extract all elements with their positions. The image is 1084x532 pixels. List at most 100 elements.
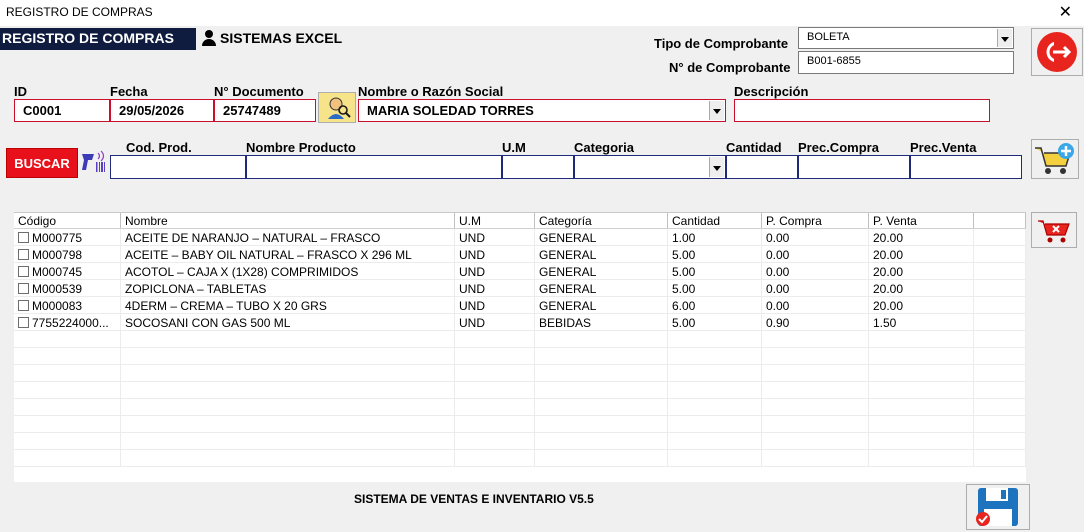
- table-row[interactable]: M000798 ACEITE – BABY OIL NATURAL – FRASC…: [14, 246, 1026, 263]
- cell-text: 0.90: [766, 316, 790, 330]
- column-header-p-venta[interactable]: P. Venta: [869, 213, 974, 228]
- cell-extra: [974, 229, 1026, 245]
- exit-icon: [1037, 32, 1077, 72]
- id-field[interactable]: C0001: [14, 99, 110, 122]
- add-to-cart-button[interactable]: [1031, 139, 1079, 179]
- documento-field[interactable]: 25747489: [214, 99, 316, 122]
- chevron-down-icon[interactable]: [709, 101, 724, 120]
- table-row[interactable]: M000539 ZOPICLONA – TABLETAS UND GENERAL 5.0…: [14, 280, 1026, 297]
- cell-text: GENERAL: [539, 248, 597, 262]
- column-header-cantidad[interactable]: Cantidad: [668, 213, 762, 228]
- column-header-nombre[interactable]: Nombre: [121, 213, 455, 228]
- window-title: REGISTRO DE COMPRAS: [6, 5, 153, 19]
- empty-cell: [668, 348, 762, 364]
- empty-cell: [14, 450, 121, 466]
- nombre-value: MARIA SOLEDAD TORRES: [367, 103, 534, 118]
- buscar-button[interactable]: BUSCAR: [6, 148, 78, 178]
- cell-categoria: GENERAL: [535, 246, 668, 262]
- chevron-down-icon[interactable]: [997, 29, 1012, 47]
- row-checkbox[interactable]: [18, 300, 29, 311]
- cell-p-venta: 20.00: [869, 246, 974, 262]
- empty-cell: [121, 382, 455, 398]
- empty-cell: [762, 399, 869, 415]
- cell-extra: [974, 246, 1026, 262]
- table-row[interactable]: M000745 ACOTOL – CAJA X (1X28) COMPRIMIDO…: [14, 263, 1026, 280]
- cantidad-field[interactable]: [726, 155, 798, 179]
- row-checkbox[interactable]: [18, 266, 29, 277]
- cell-categoria: GENERAL: [535, 280, 668, 296]
- cell-text: ACOTOL – CAJA X (1X28) COMPRIMIDOS: [125, 265, 359, 279]
- exit-button[interactable]: [1031, 28, 1083, 76]
- empty-cell: [762, 416, 869, 432]
- table-row-empty: [14, 450, 1026, 467]
- column-header-p-compra[interactable]: P. Compra: [762, 213, 869, 228]
- cell-nombre: 4DERM – CREMA – TUBO X 20 GRS: [121, 297, 455, 313]
- cell-text: BEBIDAS: [539, 316, 592, 330]
- column-header-um[interactable]: U.M: [455, 213, 535, 228]
- empty-cell: [668, 433, 762, 449]
- descripcion-field[interactable]: [734, 99, 990, 122]
- empty-cell: [121, 365, 455, 381]
- tipo-comprobante-select[interactable]: BOLETA: [798, 27, 1014, 49]
- numero-comprobante-input[interactable]: B001-6855: [798, 51, 1014, 74]
- categoria-select[interactable]: [574, 155, 726, 179]
- cell-text: 0.00: [766, 282, 790, 296]
- prec-venta-label: Prec.Venta: [910, 140, 977, 155]
- row-checkbox[interactable]: [18, 317, 29, 328]
- numero-comprobante-label: N° de Comprobante: [669, 60, 791, 75]
- cell-text: 5.00: [672, 316, 696, 330]
- row-checkbox[interactable]: [18, 249, 29, 260]
- nombre-producto-field[interactable]: [246, 155, 502, 179]
- cell-nombre: ZOPICLONA – TABLETAS: [121, 280, 455, 296]
- numero-comprobante-value: B001-6855: [807, 55, 861, 67]
- cell-text: ACEITE DE NARANJO – NATURAL – FRASCO: [125, 231, 381, 245]
- cell-cantidad: 5.00: [668, 280, 762, 296]
- um-field[interactable]: [502, 155, 574, 179]
- cell-codigo: M000798: [14, 246, 121, 262]
- prec-compra-field[interactable]: [798, 155, 910, 179]
- empty-cell: [535, 399, 668, 415]
- cod-prod-field[interactable]: [110, 155, 246, 179]
- column-header-categoria[interactable]: Categoría: [535, 213, 668, 228]
- empty-cell: [121, 450, 455, 466]
- empty-cell: [668, 365, 762, 381]
- empty-cell: [535, 348, 668, 364]
- table-row[interactable]: M000083 4DERM – CREMA – TUBO X 20 GRS UND G…: [14, 297, 1026, 314]
- products-table[interactable]: Código Nombre U.M Categoría Cantidad P. …: [14, 212, 1026, 482]
- cell-text: UND: [459, 265, 485, 279]
- close-icon[interactable]: ✕: [1059, 2, 1072, 22]
- empty-cell: [974, 433, 1026, 449]
- barcode-scanner-icon[interactable]: [80, 150, 108, 176]
- cell-text: 0.00: [766, 265, 790, 279]
- empty-cell: [974, 331, 1026, 347]
- save-button[interactable]: [966, 484, 1030, 530]
- footer-version: SISTEMA DE VENTAS E INVENTARIO V5.5: [354, 492, 594, 506]
- remove-from-cart-button[interactable]: [1031, 212, 1077, 248]
- row-checkbox[interactable]: [18, 283, 29, 294]
- search-client-button[interactable]: [318, 92, 356, 123]
- chevron-down-icon[interactable]: [709, 157, 724, 177]
- cell-text: M000745: [32, 265, 83, 279]
- empty-cell: [974, 365, 1026, 381]
- empty-cell: [121, 348, 455, 364]
- empty-cell: [974, 416, 1026, 432]
- fecha-field[interactable]: 29/05/2026: [110, 99, 214, 122]
- column-header-codigo[interactable]: Código: [14, 213, 121, 228]
- cell-p-compra: 0.00: [762, 229, 869, 245]
- empty-cell: [455, 348, 535, 364]
- cell-text: ZOPICLONA – TABLETAS: [125, 282, 267, 296]
- row-checkbox[interactable]: [18, 232, 29, 243]
- table-row[interactable]: 7755224000... SOCOSANI CON GAS 500 ML UND B…: [14, 314, 1026, 331]
- cell-nombre: SOCOSANI CON GAS 500 ML: [121, 314, 455, 330]
- cell-um: UND: [455, 297, 535, 313]
- cantidad-label: Cantidad: [726, 140, 782, 155]
- cell-text: 5.00: [672, 248, 696, 262]
- nombre-select[interactable]: MARIA SOLEDAD TORRES: [358, 99, 726, 122]
- cell-categoria: GENERAL: [535, 229, 668, 245]
- empty-cell: [455, 382, 535, 398]
- empty-cell: [14, 331, 121, 347]
- prec-venta-field[interactable]: [910, 155, 1022, 179]
- cell-extra: [974, 297, 1026, 313]
- table-row[interactable]: M000775 ACEITE DE NARANJO – NATURAL – FRA…: [14, 229, 1026, 246]
- descripcion-label: Descripción: [734, 84, 809, 99]
